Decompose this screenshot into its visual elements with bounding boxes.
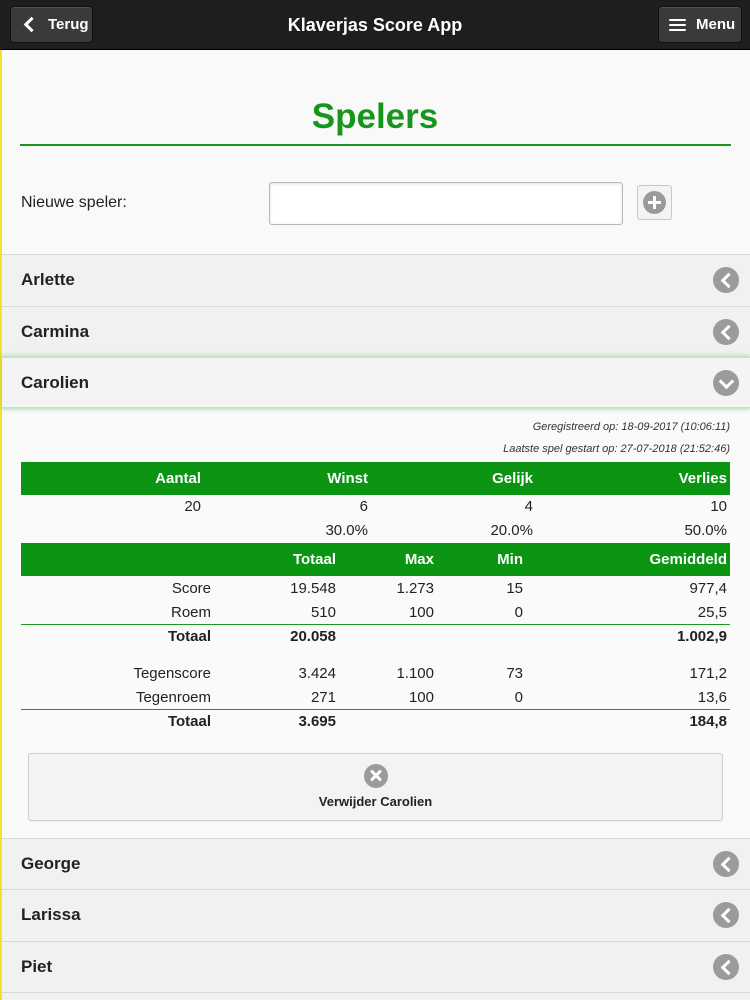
stats-gemiddeld: 1.002,9 (676, 628, 727, 645)
menu-button-label: Menu (696, 16, 736, 33)
add-player-button[interactable] (637, 185, 672, 220)
menu-button[interactable]: Menu (658, 6, 742, 43)
header-totaal: Totaal (292, 551, 336, 568)
percent-gelijk: 20.0% (490, 522, 533, 539)
stats-max: 100 (408, 689, 434, 706)
remove-player-label: Verwijder Carolien (318, 794, 433, 809)
stats-totaal: 510 (310, 604, 336, 621)
stats-min: 73 (506, 665, 523, 682)
count-aantal: 20 (184, 498, 201, 515)
header-verlies: Verlies (678, 470, 727, 487)
stats-gemiddeld: 25,5 (697, 604, 727, 621)
stats-max: 100 (408, 604, 434, 621)
stats-label: Roem (170, 604, 211, 621)
stats-row: Score 19.548 1.273 15 977,4 (21, 577, 730, 601)
chevron-left-circle-icon (713, 319, 739, 345)
chevron-left-circle-icon (713, 954, 739, 980)
stats-min: 15 (506, 580, 523, 597)
stats-label: Score (171, 580, 211, 597)
header-gelijk: Gelijk (492, 470, 533, 487)
stats-label: Tegenroem (135, 689, 211, 706)
stats-gemiddeld: 171,2 (689, 665, 727, 682)
summary-header-row: Aantal Winst Gelijk Verlies (21, 462, 730, 495)
stats-totaal: 3.424 (298, 665, 336, 682)
stats-min: 0 (514, 604, 523, 621)
player-row[interactable]: Arlette (2, 254, 750, 305)
percent-verlies: 50.0% (684, 522, 727, 539)
player-name: Larissa (21, 905, 81, 924)
stats-total-row: Totaal 20.058 1.002,9 (21, 625, 730, 649)
stats-max: 1.273 (396, 580, 434, 597)
stats-gemiddeld: 184,8 (689, 713, 727, 730)
stats-row: Tegenscore 3.424 1.100 73 171,2 (21, 662, 730, 686)
player-name: Carolien (21, 372, 90, 392)
percent-winst: 30.0% (325, 522, 368, 539)
summary-percent-row: 30.0% 20.0% 50.0% (21, 519, 730, 543)
header-min: Min (497, 551, 523, 568)
stats-totaal: 271 (310, 689, 336, 706)
chevron-down-circle-icon (713, 370, 739, 396)
player-row[interactable]: George (2, 838, 750, 889)
header-aantal: Aantal (155, 470, 201, 487)
remove-player-button[interactable]: Verwijder Carolien (28, 753, 723, 821)
title-divider (20, 144, 731, 146)
header-max: Max (404, 551, 434, 568)
chevron-left-circle-icon (713, 851, 739, 877)
stats-total-row: Totaal 3.695 184,8 (21, 710, 730, 734)
stats-header-row: Totaal Max Min Gemiddeld (21, 543, 730, 576)
header-winst: Winst (327, 470, 368, 487)
x-circle-icon (364, 764, 388, 788)
player-row[interactable]: Carmina (2, 306, 750, 357)
page-title: Spelers (311, 97, 439, 136)
chevron-left-circle-icon (713, 267, 739, 293)
app-title: Klaverjas Score App (287, 15, 463, 35)
stats-totaal: 20.058 (290, 628, 336, 645)
stats-label: Totaal (167, 713, 211, 730)
app-header: Terug Klaverjas Score App Menu (0, 0, 750, 50)
player-name: George (21, 854, 81, 873)
stats-totaal: 19.548 (290, 580, 336, 597)
player-name: Arlette (21, 270, 75, 289)
header-gemiddeld: Gemiddeld (649, 551, 727, 568)
registered-date: Geregistreerd op: 18-09-2017 (10:06:11) (532, 421, 730, 433)
player-row[interactable]: Larissa (2, 889, 750, 940)
count-winst: 6 (359, 498, 368, 515)
summary-table: Aantal Winst Gelijk Verlies 20 6 4 10 30… (21, 462, 730, 543)
player-name: Piet (21, 957, 53, 976)
hamburger-icon (669, 18, 686, 31)
new-player-input[interactable] (269, 182, 623, 225)
count-verlies: 10 (710, 498, 727, 515)
player-name: Carmina (21, 322, 90, 341)
stats-table: Totaal Max Min Gemiddeld (21, 543, 730, 576)
stats-max: 1.100 (396, 665, 434, 682)
chevron-left-icon (23, 16, 40, 33)
count-gelijk: 4 (524, 498, 533, 515)
stats-label: Tegenscore (133, 665, 211, 682)
player-row[interactable]: Piet (2, 941, 750, 992)
plus-circle-icon (643, 191, 666, 214)
back-button[interactable]: Terug (10, 6, 93, 43)
stats-totaal: 3.695 (298, 713, 336, 730)
last-game-date: Laatste spel gestart op: 27-07-2018 (21:… (503, 443, 730, 455)
stats-label: Totaal (167, 628, 211, 645)
new-player-label: Nieuwe speler: (21, 194, 127, 211)
stats-gemiddeld: 13,6 (697, 689, 727, 706)
stats-row: Roem 510 100 0 25,5 (21, 601, 730, 625)
player-row-expanded[interactable]: Carolien (2, 357, 750, 408)
player-row[interactable] (2, 992, 750, 1000)
stats-gemiddeld: 977,4 (689, 580, 727, 597)
summary-count-row: 20 6 4 10 (21, 495, 730, 519)
stats-min: 0 (514, 689, 523, 706)
chevron-left-circle-icon (713, 902, 739, 928)
stats-row: Tegenroem 271 100 0 13,6 (21, 686, 730, 710)
back-button-label: Terug (48, 16, 89, 33)
